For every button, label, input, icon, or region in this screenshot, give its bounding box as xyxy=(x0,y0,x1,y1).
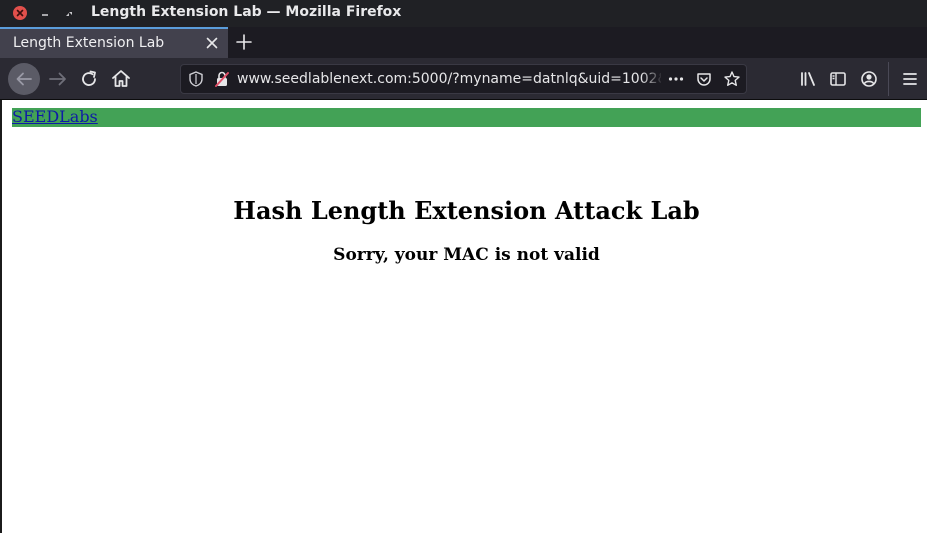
star-icon[interactable] xyxy=(723,70,741,88)
seedlabs-link[interactable]: SEEDLabs xyxy=(12,107,98,126)
insecure-lock-icon[interactable] xyxy=(213,70,231,88)
navigation-toolbar: www.seedlablenext.com:5000/?myname=datnl… xyxy=(0,58,927,100)
page-heading: Hash Length Extension Attack Lab xyxy=(233,196,700,225)
new-tab-icon[interactable] xyxy=(235,33,253,51)
tab-strip: Length Extension Lab xyxy=(0,27,927,58)
window-maximize-button[interactable] xyxy=(62,6,76,20)
ellipsis-icon[interactable] xyxy=(667,70,685,88)
window-title: Length Extension Lab — Mozilla Firefox xyxy=(91,4,402,20)
page-content: SEEDLabs Hash Length Extension Attack La… xyxy=(0,100,927,533)
tab-close-icon[interactable] xyxy=(206,37,218,49)
toolbar-separator xyxy=(888,62,889,96)
home-button[interactable] xyxy=(108,66,134,92)
account-button[interactable] xyxy=(856,66,882,92)
window-left-border xyxy=(0,100,2,533)
reload-button[interactable] xyxy=(76,66,102,92)
back-button[interactable] xyxy=(8,63,40,95)
forward-arrow-icon xyxy=(49,72,66,86)
pocket-icon[interactable] xyxy=(695,70,713,88)
tab-length-extension-lab[interactable]: Length Extension Lab xyxy=(0,27,228,58)
sidebar-icon xyxy=(830,72,846,86)
sidebar-button[interactable] xyxy=(825,66,851,92)
url-fade xyxy=(641,67,663,91)
window-close-button[interactable] xyxy=(13,6,27,20)
library-button[interactable] xyxy=(795,66,821,92)
reload-icon xyxy=(82,70,96,86)
tab-label: Length Extension Lab xyxy=(13,35,165,51)
forward-button[interactable] xyxy=(45,66,71,92)
maximize-icon xyxy=(66,12,72,16)
back-arrow-icon xyxy=(16,72,32,86)
window-minimize-button[interactable] xyxy=(38,6,52,20)
close-icon xyxy=(16,9,24,17)
minimize-icon xyxy=(42,14,48,16)
mac-invalid-message: Sorry, your MAC is not valid xyxy=(333,245,600,265)
window-titlebar: Length Extension Lab — Mozilla Firefox xyxy=(0,0,927,27)
site-navbar: SEEDLabs xyxy=(12,107,921,127)
menu-button[interactable] xyxy=(897,66,923,92)
account-icon xyxy=(861,71,877,87)
url-text[interactable]: www.seedlablenext.com:5000/?myname=datnl… xyxy=(237,71,661,87)
tracking-shield-icon[interactable] xyxy=(187,70,205,88)
hamburger-menu-icon xyxy=(903,73,917,85)
library-icon xyxy=(801,72,815,86)
home-icon xyxy=(112,70,130,87)
address-bar[interactable]: www.seedlablenext.com:5000/?myname=datnl… xyxy=(180,64,747,94)
